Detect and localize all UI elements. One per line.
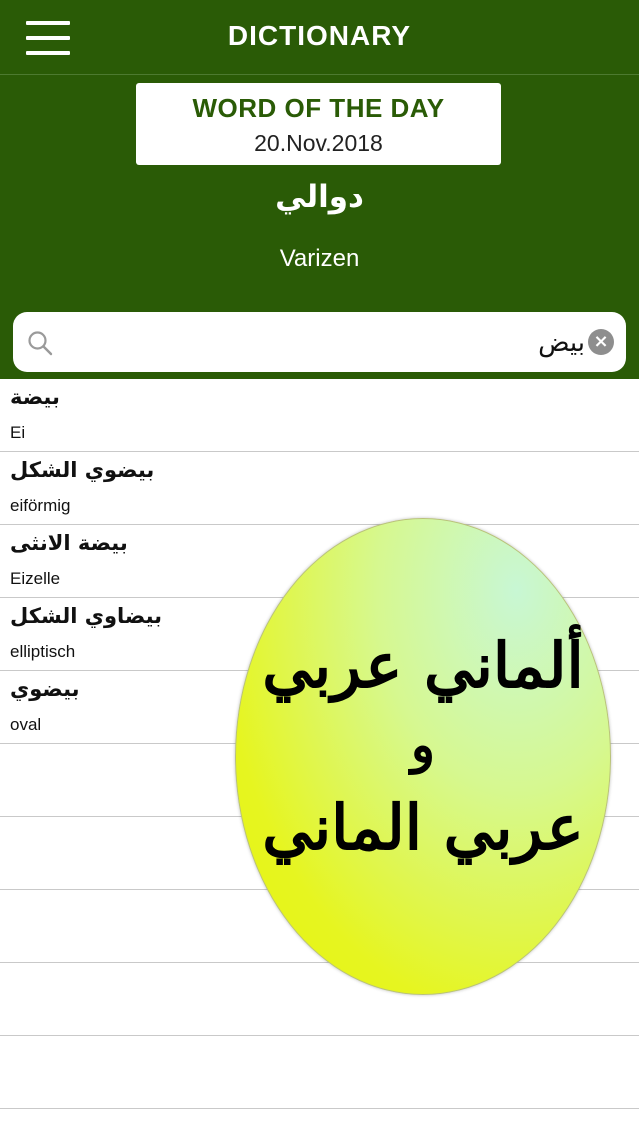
promo-line-german-arabic: ألماني عربي xyxy=(262,629,584,702)
list-item[interactable]: بيضوي الشكل eiförmig xyxy=(0,452,639,525)
list-item[interactable]: بيضة Ei xyxy=(0,379,639,452)
promo-line-and: و xyxy=(410,715,436,774)
result-german: eiförmig xyxy=(10,496,71,515)
result-arabic: بيضوي xyxy=(10,677,80,701)
top-bar: DICTIONARY xyxy=(0,0,639,74)
result-german: elliptisch xyxy=(10,642,76,661)
word-of-the-day-date: 20.Nov.2018 xyxy=(254,130,383,156)
empty-row xyxy=(0,963,639,1036)
result-arabic: بيضة xyxy=(10,385,60,409)
promo-badge: ألماني عربي و عربي الماني xyxy=(235,518,611,995)
word-of-the-day-panel[interactable]: WORD OF THE DAY 20.Nov.2018 دوالي Varize… xyxy=(0,74,639,307)
result-arabic: بيضاوي الشكل xyxy=(10,604,163,628)
word-of-the-day-german: Varizen xyxy=(279,245,360,272)
promo-line-arabic-german: عربي الماني xyxy=(262,791,584,864)
result-arabic: بيضوي الشكل xyxy=(10,458,155,482)
result-german: Ei xyxy=(10,423,26,442)
clear-x-icon[interactable]: × xyxy=(588,329,614,355)
search-bar-container: × xyxy=(0,306,639,379)
empty-row xyxy=(0,1036,639,1109)
search-input[interactable] xyxy=(73,322,587,364)
word-of-the-day-heading: WORD OF THE DAY xyxy=(192,93,445,123)
result-german: Eizelle xyxy=(10,569,61,588)
word-of-the-day-arabic: دوالي xyxy=(275,179,364,215)
word-of-the-day-card: WORD OF THE DAY 20.Nov.2018 xyxy=(136,83,501,165)
app-title: DICTIONARY xyxy=(227,20,412,51)
result-arabic: بيضة الانثى xyxy=(10,531,128,555)
result-german: oval xyxy=(10,715,42,734)
magnifier-icon xyxy=(28,331,53,356)
search-box: × xyxy=(13,312,626,372)
